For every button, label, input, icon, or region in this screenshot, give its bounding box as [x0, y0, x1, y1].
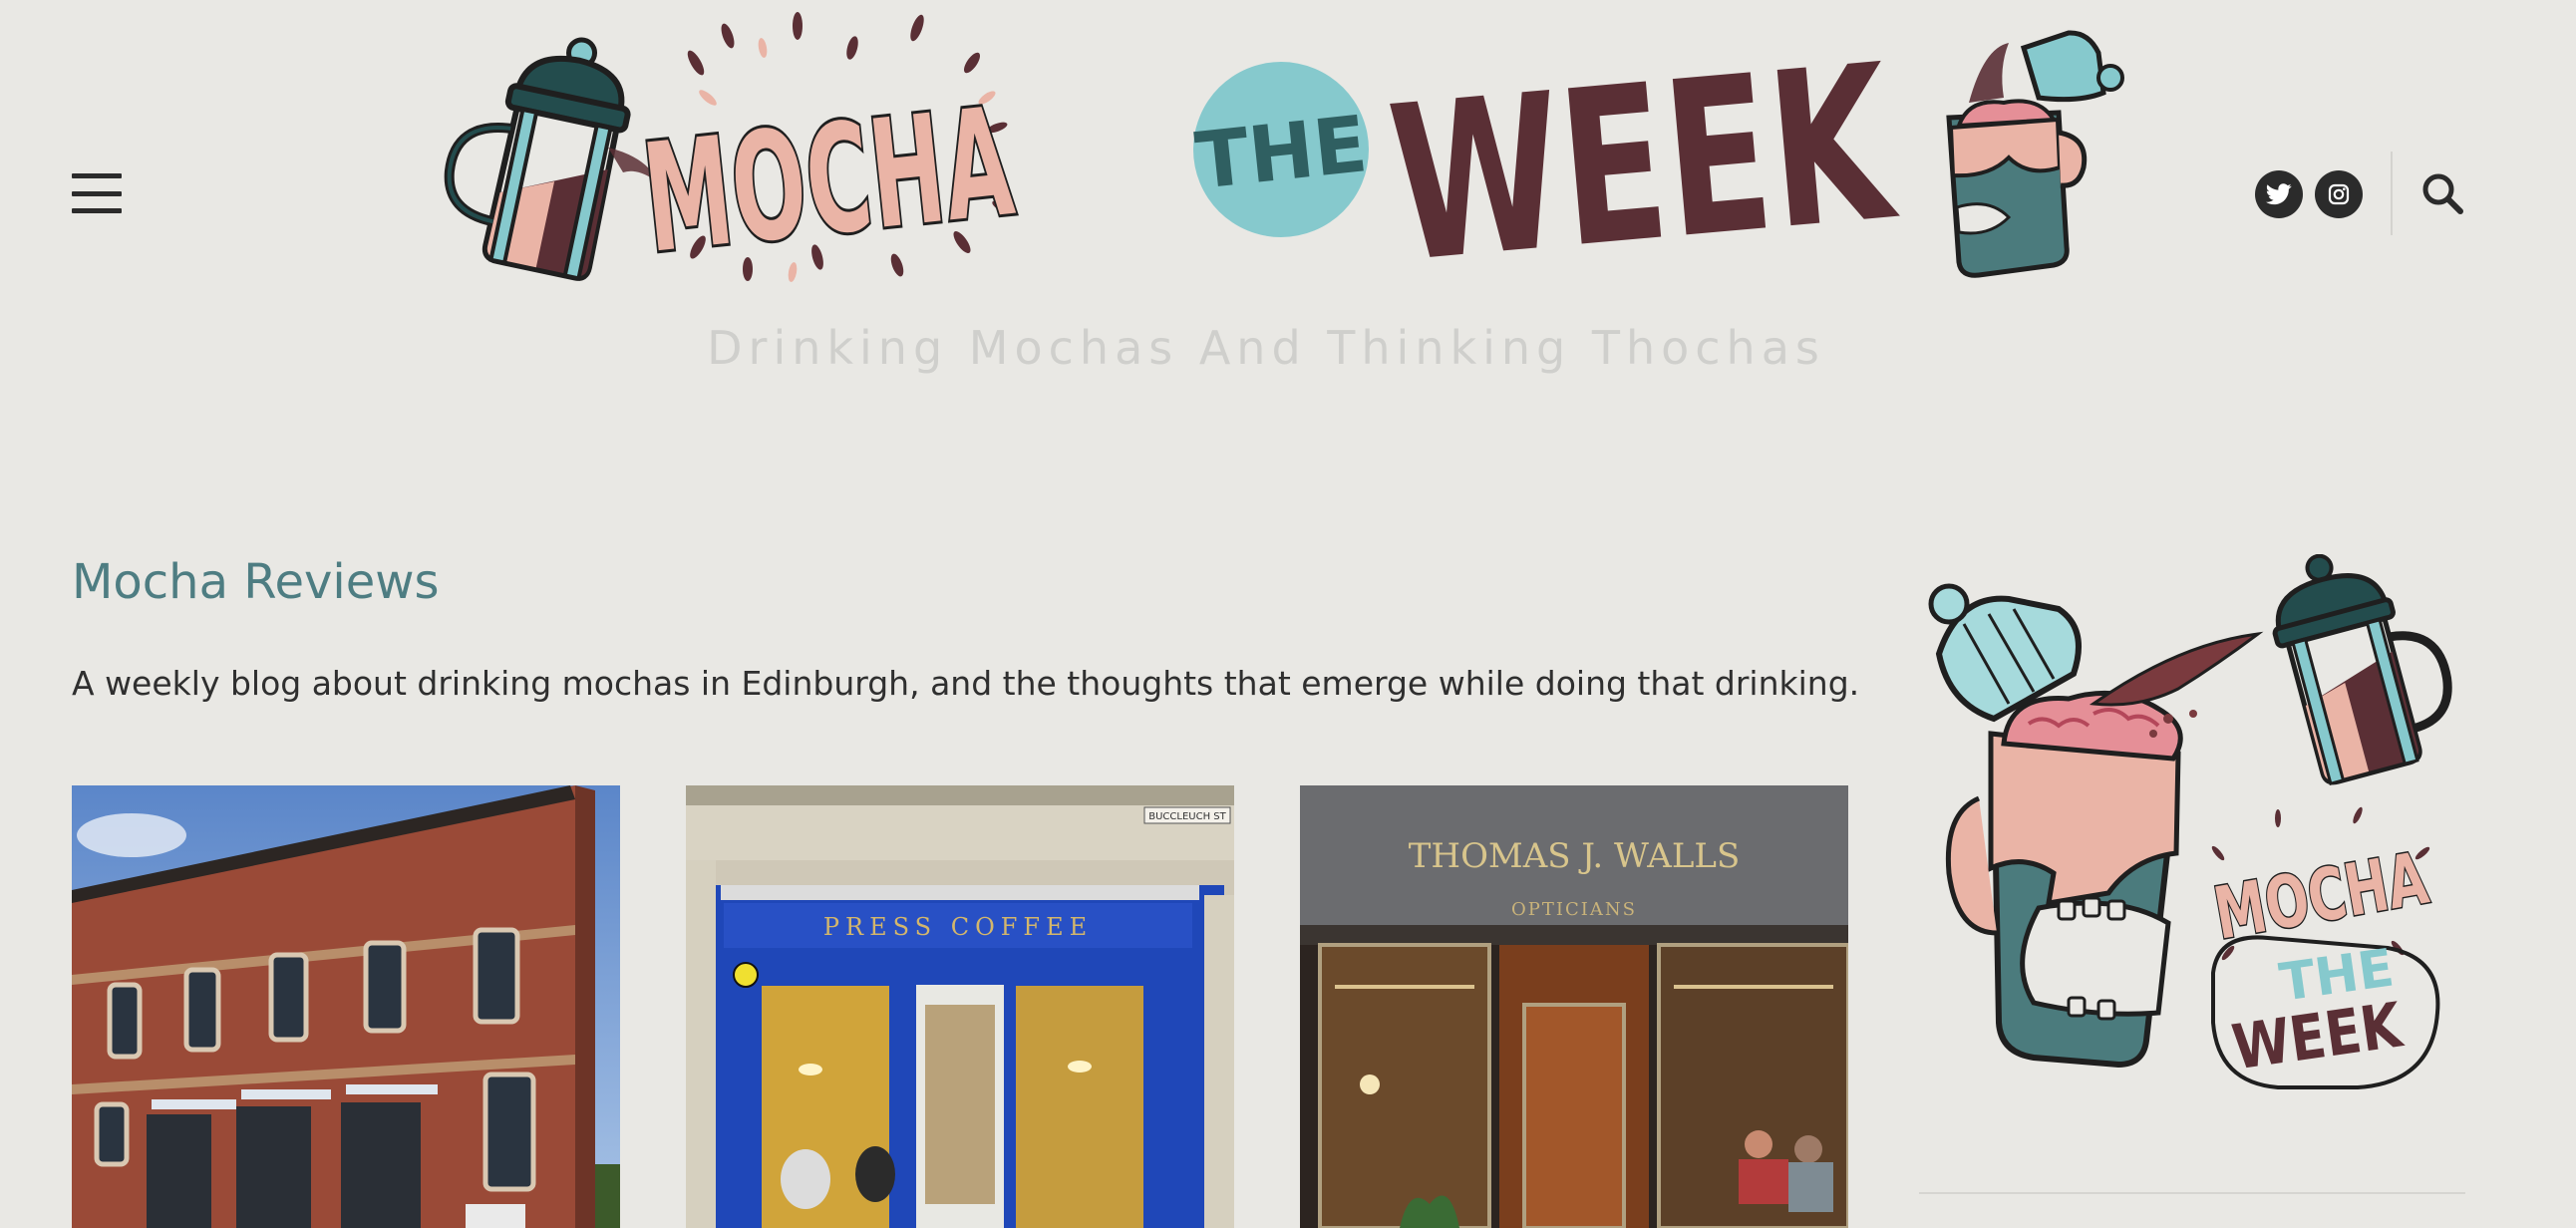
- section-title: Mocha Reviews: [72, 554, 440, 610]
- intro-text: A weekly blog about drinking mochas in E…: [72, 664, 1860, 703]
- instagram-icon[interactable]: [2315, 170, 2363, 218]
- sidebar-divider: [1919, 1192, 2465, 1194]
- menu-bar: [72, 190, 122, 196]
- header-divider: [2391, 152, 2393, 235]
- logo-week-text: WEEK: [1382, 17, 1905, 292]
- press-coffee-sign: PRESS COFFEE: [823, 913, 1093, 941]
- hamburger-menu-icon[interactable]: [72, 173, 122, 213]
- post-card-image[interactable]: BUCCLEUCH ST PRESS COFFEE: [686, 785, 1234, 1228]
- logo-the-text: THE: [1191, 100, 1371, 206]
- menu-bar: [72, 173, 122, 178]
- menu-bar: [72, 208, 122, 213]
- post-card-image[interactable]: THOMAS J. WALLS OPTICIANS: [1300, 785, 1848, 1228]
- post-card-image[interactable]: [72, 785, 620, 1228]
- search-icon[interactable]: [2420, 171, 2464, 215]
- storefront-sign: THOMAS J. WALLS: [1409, 836, 1741, 876]
- storefront-subsign: OPTICIANS: [1511, 899, 1637, 920]
- brain-mug-icon: [1946, 30, 2124, 278]
- site-tagline: Drinking Mochas And Thinking Thochas: [707, 321, 1825, 375]
- site-logo[interactable]: MOCHA THE WEEK: [399, 8, 2143, 310]
- twitter-icon[interactable]: [2255, 170, 2303, 218]
- sidebar-logo-illustration: MOCHA THE WEEK: [1919, 553, 2472, 1092]
- logo-mocha-text: MOCHA: [636, 76, 1021, 287]
- sidebar-logo-week: WEEK: [2228, 988, 2408, 1083]
- street-sign: BUCCLEUCH ST: [1148, 811, 1226, 822]
